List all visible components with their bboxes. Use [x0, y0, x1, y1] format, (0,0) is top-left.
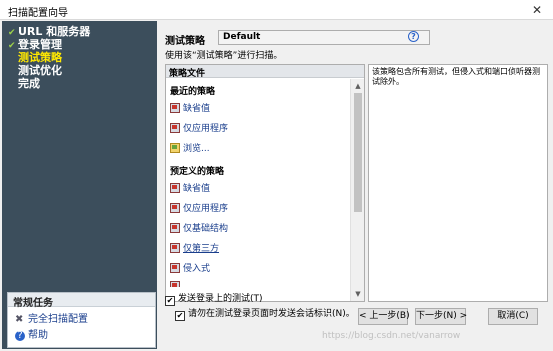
step-login-management: ✔ 登录管理 [8, 38, 62, 51]
policy-value-field: Default [218, 30, 430, 45]
scroll-thumb[interactable] [354, 93, 362, 212]
no-session-id-option[interactable]: ✔ 请勿在测试登录页面时发送会话标识(N)。 [175, 306, 355, 321]
policy-files-list: 策略文件 最近的策略 缺省值 仅应用程序 浏览... 预定义的策略 缺省值 仅应… [165, 64, 365, 302]
predefined-policy-partial[interactable] [166, 279, 351, 287]
step-test-policy: 测试策略 [18, 51, 62, 64]
browse-policy[interactable]: 浏览... [166, 139, 351, 159]
folder-open-icon [170, 143, 180, 153]
recent-policies-title: 最近的策略 [170, 87, 216, 97]
policy-file-icon [170, 103, 180, 113]
wizard-sidebar: ✔ URL 和服务器 ✔ 登录管理 测试策略 测试优化 完成 常规任务 ✖ 完全扫描配… [2, 21, 157, 349]
back-button[interactable]: < 上一步(B) [358, 308, 410, 325]
scroll-down-arrow-icon[interactable]: ▼ [351, 288, 365, 300]
policy-description-box: 该策略包含所有测试，但侵入式和端口侦听器测试除外。 [368, 64, 548, 302]
predefined-policy-invasive[interactable]: 侵入式 [166, 259, 351, 279]
predefined-policies-title: 预定义的策略 [170, 167, 225, 177]
policy-files-header: 策略文件 [166, 65, 364, 79]
predefined-policy-third-party-only[interactable]: 仅第三方 [166, 239, 351, 259]
predefined-policy-app-only[interactable]: 仅应用程序 [166, 199, 351, 219]
watermark: https://blog.csdn.net/vanarrow [322, 331, 461, 341]
help-link[interactable]: ? 帮助 [8, 323, 155, 341]
policy-file-icon [170, 123, 180, 133]
policy-usage-text: 使用该“测试策略”进行扫描。 [165, 51, 283, 61]
next-button[interactable]: 下一步(N) > [415, 308, 467, 325]
policy-files-body: 最近的策略 缺省值 仅应用程序 浏览... 预定义的策略 缺省值 仅应用程序 仅… [166, 79, 351, 301]
common-tasks-panel: 常规任务 ✖ 完全扫描配置 ? 帮助 [7, 292, 156, 348]
no-session-id-checkbox[interactable]: ✔ [175, 311, 185, 321]
policy-file-icon [170, 281, 180, 287]
predefined-policy-infrastructure-only[interactable]: 仅基础结构 [166, 219, 351, 239]
policy-file-icon [170, 243, 180, 253]
step-test-optimization: 测试优化 [18, 64, 62, 77]
recent-policy-app-only[interactable]: 仅应用程序 [166, 119, 351, 139]
step-finish: 完成 [18, 77, 40, 90]
policy-file-icon [170, 203, 180, 213]
policy-file-icon [170, 223, 180, 233]
policy-file-icon [170, 183, 180, 193]
predefined-policy-default[interactable]: 缺省值 [166, 179, 351, 199]
help-icon: ? [15, 331, 25, 341]
step-url-server: ✔ URL 和服务器 [8, 25, 91, 38]
main-panel: 测试策略 Default ? 使用该“测试策略”进行扫描。 策略文件 最近的策略… [160, 21, 553, 351]
window-title: 扫描配置向导 [8, 8, 68, 19]
help-circle-icon[interactable]: ? [408, 31, 419, 42]
scroll-up-arrow-icon[interactable]: ▲ [351, 80, 365, 92]
policy-list-scrollbar[interactable]: ▲ ▼ [350, 79, 364, 301]
title-bar: 扫描配置向导 ✕ [0, 0, 553, 20]
close-icon[interactable]: ✕ [529, 2, 545, 18]
policy-label: 测试策略 [165, 36, 205, 47]
common-tasks-header: 常规任务 [8, 293, 155, 309]
send-login-tests-checkbox[interactable]: ✔ [165, 296, 175, 306]
recent-policy-default[interactable]: 缺省值 [166, 99, 351, 119]
wrench-icon: ✖ [15, 314, 24, 325]
full-scan-config-link[interactable]: ✖ 完全扫描配置 [8, 307, 155, 325]
send-login-tests-option[interactable]: ✔ 发送登录上的测试(T) [165, 291, 263, 306]
cancel-button[interactable]: 取消(C) [488, 308, 538, 325]
wizard-steps: ✔ URL 和服务器 ✔ 登录管理 测试策略 测试优化 完成 [8, 25, 90, 90]
policy-file-icon [170, 263, 180, 273]
